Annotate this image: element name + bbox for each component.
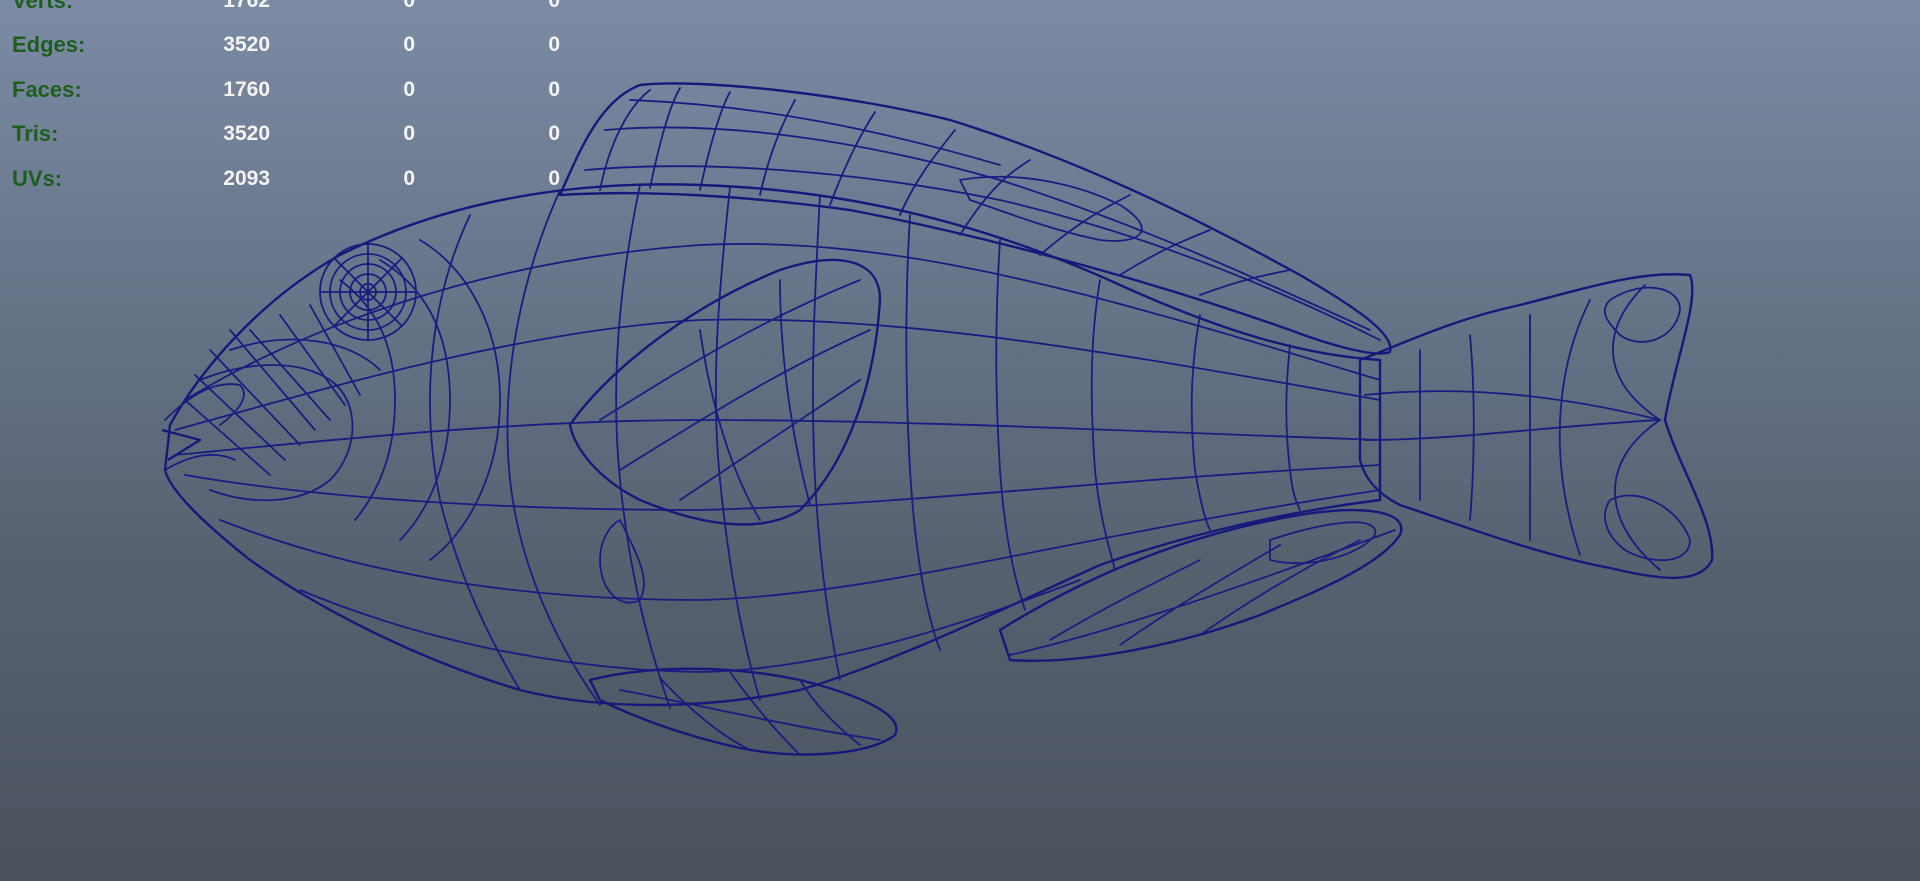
anal-fin (998, 508, 1403, 662)
hud-total: 3520 (223, 122, 270, 145)
3d-viewport[interactable]: Verts: 1762 0 0 Edges: 3520 0 0 Faces: 1… (0, 0, 1920, 881)
hud-row-uvs: UVs: 2093 0 0 (0, 164, 580, 194)
hud-selected-components: 0 (548, 78, 560, 101)
hud-total: 1760 (223, 78, 270, 101)
hud-total: 1762 (223, 0, 270, 12)
pelvic-fin (588, 667, 898, 756)
hud-row-tris: Tris: 3520 0 0 (0, 119, 580, 149)
hud-selected-components: 0 (548, 122, 560, 145)
hud-total: 3520 (223, 33, 270, 56)
tail-fin (1358, 273, 1714, 580)
hud-selected-components: 0 (548, 33, 560, 56)
hud-label: Tris: (12, 121, 59, 146)
hud-label: Edges: (12, 32, 86, 57)
hud-selected: 0 (403, 167, 415, 190)
poly-count-hud: Verts: 1762 0 0 Edges: 3520 0 0 Faces: 1… (0, 0, 580, 196)
hud-selected: 0 (403, 122, 415, 145)
hud-label: UVs: (12, 166, 63, 191)
dorsal-fin (558, 82, 1392, 355)
hud-selected: 0 (403, 0, 415, 12)
hud-row-edges: Edges: 3520 0 0 (0, 30, 580, 60)
hud-row-faces: Faces: 1760 0 0 (0, 75, 580, 105)
hud-selected-components: 0 (548, 0, 560, 12)
hud-label: Verts: (12, 0, 74, 13)
fish-eye (319, 243, 417, 341)
fish-body (163, 183, 1382, 709)
hud-selected: 0 (403, 33, 415, 56)
hud-label: Faces: (12, 77, 82, 102)
hud-selected-components: 0 (548, 167, 560, 190)
hud-row-verts: Verts: 1762 0 0 (0, 0, 580, 16)
hud-selected: 0 (403, 78, 415, 101)
hud-total: 2093 (223, 167, 270, 190)
